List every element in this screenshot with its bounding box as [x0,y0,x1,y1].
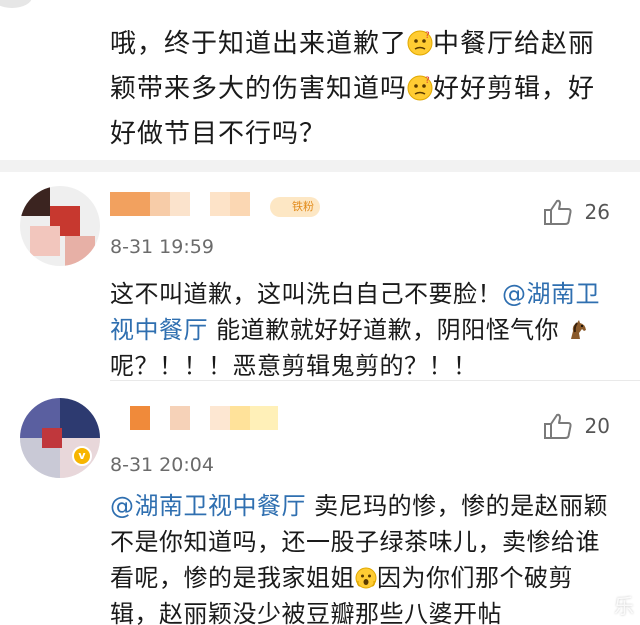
fearful-face-emoji-icon [355,567,377,589]
watermark: 乐 [614,594,634,618]
svg-text:?: ? [425,31,431,41]
section-separator [0,160,640,172]
avatar[interactable] [20,186,100,266]
verified-badge-icon: v [72,446,92,466]
like-count: 20 [584,414,610,438]
horse-emoji-icon [571,320,587,339]
quoted-post: 哦，终于知道出来道歉了? 中餐厅给赵丽颖带来多大的伤害知道吗? 好好剪辑，好好做节目… [0,0,640,160]
like-button[interactable]: 26 [543,198,610,226]
thumbs-up-icon [543,199,572,225]
thumbs-up-icon [543,413,572,439]
comment-item: v 8-31 20:04 20 @湖南卫视中餐厅 卖尼玛的惨，惨的是赵丽颖不是你… [0,382,640,625]
fan-badge: 铁粉 [270,197,320,217]
post-avatar-partial [0,0,32,8]
username-blurred[interactable]: 铁粉 [110,192,320,218]
comment-text: 这不叫道歉，这叫洗白自己不要脸！@湖南卫视中餐厅 能道歉就好好道歉，阴阳怪气你 … [110,280,600,380]
comment-time: 8-31 20:04 [110,454,214,476]
comment-text: @湖南卫视中餐厅 卖尼玛的惨，惨的是赵丽颖不是你知道吗，还一股子绿茶味儿，卖惨给… [110,492,609,625]
comment-time: 8-31 19:59 [110,236,214,258]
avatar[interactable] [20,398,100,478]
svg-text:?: ? [425,76,431,86]
username-blurred[interactable] [110,406,290,432]
post-text: 哦，终于知道出来道歉了? 中餐厅给赵丽颖带来多大的伤害知道吗? 好好剪辑，好好做节目… [110,29,596,149]
mention-link[interactable]: @湖南卫视中餐厅 [110,492,306,520]
comment-item: 铁粉 8-31 19:59 26 这不叫道歉，这叫洗白自己不要脸！@湖南卫视中餐… [0,172,640,380]
like-button[interactable]: 20 [543,412,610,440]
thinking-face-emoji-icon: ? [407,75,433,101]
comment-divider [110,380,640,381]
thinking-face-emoji-icon: ? [407,30,433,56]
like-count: 26 [584,200,610,224]
